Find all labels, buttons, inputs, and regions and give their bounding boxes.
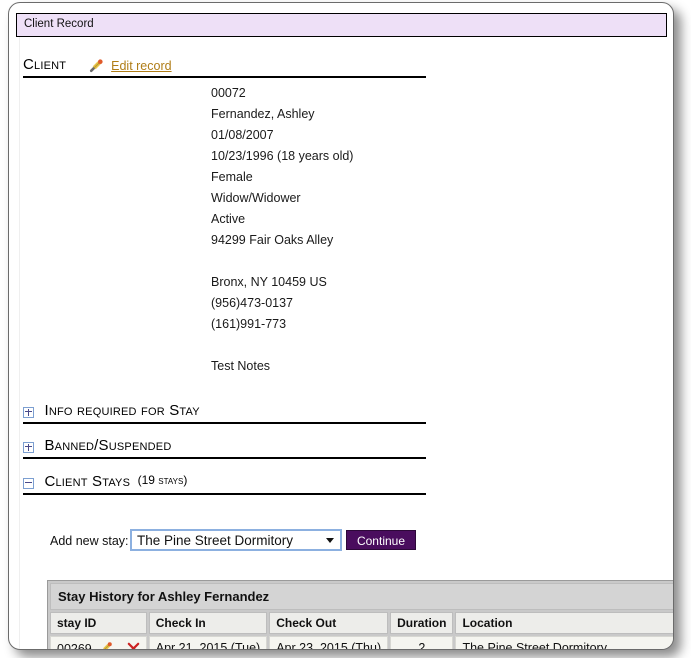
cell-location: The Pine Street Dormitory Woman's Dormit… — [455, 636, 673, 649]
chevron-down-icon — [326, 538, 334, 543]
field-row: Name: Fernandez, Ashley — [9, 107, 449, 128]
field-row: City/State/Zip/Country: Bronx, NY 10459 … — [9, 275, 449, 296]
field-row: Gender: Female — [9, 170, 449, 191]
stay-location-select[interactable]: The Pine Street Dormitory — [130, 529, 342, 551]
field-value: (161)991-773 — [211, 317, 287, 331]
field-row: Notes: Test Notes — [9, 359, 449, 380]
section-title-info-required: Info required for Stay — [44, 402, 200, 419]
red-x-icon[interactable] — [127, 642, 140, 649]
field-value: 01/08/2007 — [211, 128, 274, 142]
field-row: Marital Status: Widow/Widower — [9, 191, 449, 212]
cell-duration: 2 — [390, 636, 454, 649]
page-content: Client Edit record Client ID: 00072 Name… — [9, 37, 673, 649]
section-header-banned-suspended[interactable]: Banned/Suspended — [23, 437, 426, 459]
plus-box-icon[interactable] — [23, 407, 34, 418]
field-value: 94299 Fair Oaks Alley — [211, 233, 334, 247]
minus-box-icon[interactable] — [23, 478, 34, 489]
section-title-client-stays: Client Stays — [44, 473, 131, 490]
cell-check-out: Apr 23, 2015 (Thu) — [269, 636, 389, 649]
column-header-check-in: Check In — [148, 612, 268, 634]
stay-history-caption: Stay History for Ashley Fernandez — [50, 583, 673, 610]
field-value: 00072 — [211, 86, 246, 100]
cell-stay-id: 00269 — [50, 636, 147, 649]
column-header-duration: Duration — [390, 612, 454, 634]
field-row: Address 1: 94299 Fair Oaks Alley — [9, 233, 449, 254]
column-header-stay-id: stay ID — [50, 612, 147, 634]
client-record-window: Client Record Client Edit record Client … — [8, 2, 674, 650]
table-caption-row: Stay History for Ashley Fernandez — [50, 583, 673, 610]
field-value: Active — [211, 212, 246, 226]
field-row: Enrollment Date: 01/08/2007 — [9, 128, 449, 149]
field-value: 10/23/1996 (18 years old) — [211, 149, 354, 163]
window-titlebar: Client Record — [16, 13, 667, 37]
section-header-info-required[interactable]: Info required for Stay — [23, 402, 426, 424]
field-row: Cell: (161)991-773 — [9, 317, 449, 338]
field-value: (956)473-0137 — [211, 296, 294, 310]
field-row: Phone: (956)473-0137 — [9, 296, 449, 317]
field-value: Widow/Widower — [211, 191, 301, 205]
add-new-stay-row: Add new stay: The Pine Street Dormitory … — [9, 529, 469, 553]
field-row: Address 2: — [9, 254, 449, 275]
column-header-location: Location — [455, 612, 673, 634]
field-row: Client ID: 00072 — [9, 86, 449, 107]
section-header-client: Client Edit record — [23, 56, 426, 78]
window-title: Client Record — [24, 18, 94, 30]
column-header-check-out: Check Out — [269, 612, 389, 634]
add-new-stay-label: Add new stay: — [50, 534, 129, 548]
table-row: 00269 Apr 21, 2015 (Tue) Apr 23, 2015 (T… — [50, 636, 673, 649]
field-value: Fernandez, Ashley — [211, 107, 315, 121]
plus-box-icon[interactable] — [23, 442, 34, 453]
table-header-row: stay ID Check In Check Out Duration Loca… — [50, 612, 673, 634]
field-value: Test Notes — [211, 359, 271, 373]
section-header-client-stays[interactable]: Client Stays (19 stays) — [23, 473, 426, 495]
client-stays-count: (19 stays) — [137, 473, 188, 487]
field-row: Status: Active — [9, 212, 449, 233]
cell-check-in: Apr 21, 2015 (Tue) — [148, 636, 268, 649]
field-value: Bronx, NY 10459 US — [211, 275, 327, 289]
continue-button[interactable]: Continue — [346, 530, 416, 550]
stay-id-value: 00269 — [57, 641, 92, 649]
section-title-client: Client — [23, 56, 67, 73]
field-value: Female — [211, 170, 253, 184]
field-row: Date of Birth: 10/23/1996 (18 years old) — [9, 149, 449, 170]
field-row: EMail: — [9, 338, 449, 359]
section-title-banned-suspended: Banned/Suspended — [44, 437, 172, 454]
client-field-list: Client ID: 00072 Name: Fernandez, Ashley… — [9, 86, 449, 380]
pencil-icon[interactable] — [99, 641, 113, 649]
edit-record-link[interactable]: Edit record — [111, 59, 171, 73]
stay-location-selected-value: The Pine Street Dormitory — [137, 533, 294, 548]
pencil-icon — [88, 58, 104, 79]
stay-history-table: Stay History for Ashley Fernandez stay I… — [47, 580, 673, 649]
location-line-1: The Pine Street Dormitory — [462, 641, 607, 649]
